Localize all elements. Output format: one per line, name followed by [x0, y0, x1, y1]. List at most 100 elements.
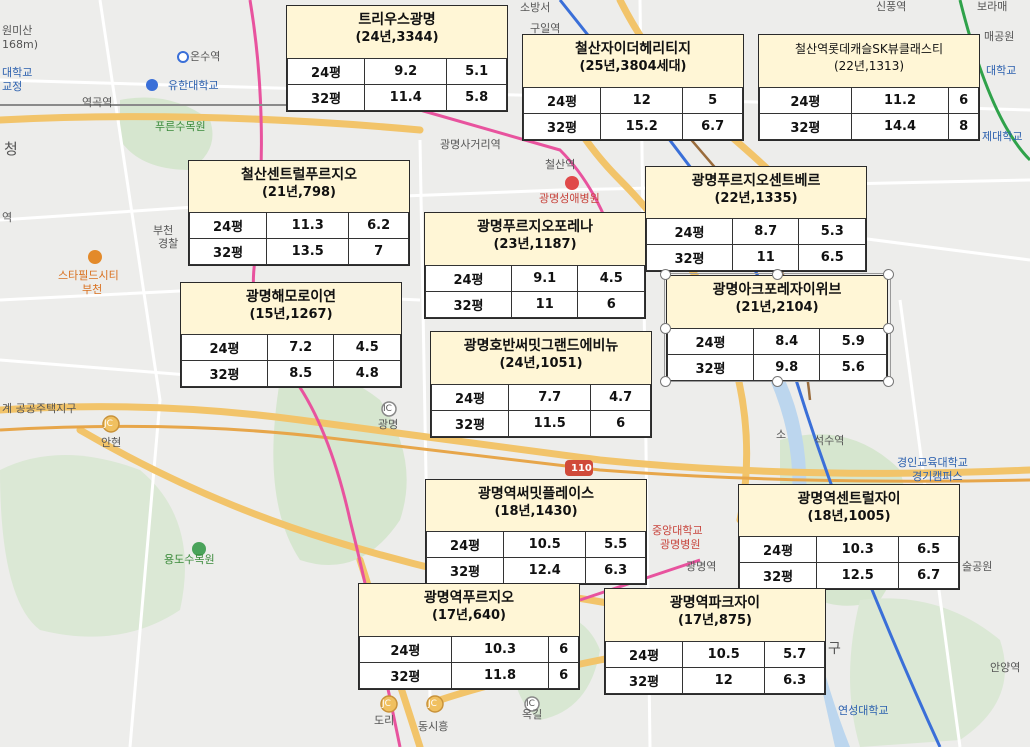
resize-handle[interactable] [883, 323, 894, 334]
apartment-meta: (17년,875) [677, 613, 752, 628]
table-row: 32평 11 6.5 [646, 244, 866, 271]
map-label: 제대학교 [982, 130, 1023, 143]
apartment-card[interactable]: 광명푸르지오센트베르 (22년,1335) 24평 8.7 5.3 32평 11 6.5 [645, 166, 867, 272]
school-marker [146, 79, 158, 91]
resize-handle[interactable] [660, 376, 671, 387]
resize-handle[interactable] [660, 323, 671, 334]
table-cell: 24평 [359, 636, 452, 663]
table-cell: 24평 [425, 531, 505, 558]
apartment-name: 광명아크포레자이위브 [712, 282, 842, 298]
table-row: 24평 9.1 4.5 [425, 265, 645, 292]
resize-handle[interactable] [883, 376, 894, 387]
table-cell: 8 [948, 113, 979, 140]
apartment-card[interactable]: 광명역푸르지오 (17년,640) 24평 10.3 6 32평 11.8 6 [358, 583, 580, 690]
resize-handle[interactable] [660, 269, 671, 280]
table-cell: 24평 [181, 334, 268, 361]
apartment-card[interactable]: 광명역센트럴자이 (18년,1005) 24평 10.3 6.5 32평 12.5 6.7 [738, 484, 960, 590]
table-cell: 6 [948, 87, 979, 114]
table-cell: 14.4 [850, 113, 950, 140]
table-cell: 32평 [646, 244, 733, 271]
table-cell: 11.5 [508, 410, 592, 437]
apartment-meta: (24년,1051) [499, 356, 583, 371]
resize-handle[interactable] [772, 376, 783, 387]
apartment-card[interactable]: 광명호반써밋그랜드에비뉴 (24년,1051) 24평 7.7 4.7 32평 11.5… [430, 331, 652, 438]
apartment-name: 광명역파크자이 [669, 595, 761, 611]
table-cell: 4.5 [333, 334, 401, 361]
map-label: 광명역 [686, 560, 717, 573]
map-label: 역곡역 [82, 96, 113, 109]
apartment-card[interactable]: 광명해모로이연 (15년,1267) 24평 7.2 4.5 32평 8.5 4.8 [180, 282, 402, 388]
table-cell: 5.1 [446, 58, 507, 85]
table-cell: 24평 [286, 58, 366, 85]
map-label: 대학교 [2, 66, 33, 79]
apartment-card[interactable]: 철산역롯데캐슬SK뷰클래스티 (22년,1313) 24평 11.2 6 32평 14.… [758, 34, 980, 141]
apartment-meta: (21년,798) [261, 185, 336, 200]
price-table: 24평 12 5 32평 15.2 6.7 [522, 87, 743, 140]
apartment-card[interactable]: 광명푸르지오포레나 (23년,1187) 24평 9.1 4.5 32평 11 6 [424, 212, 646, 319]
map-label: 소 [776, 428, 787, 441]
map-label: 스타필드시티 [58, 269, 119, 282]
map-label: JC [428, 699, 437, 709]
apartment-card[interactable]: 광명아크포레자이위브 (21년,2104) 24평 8.4 5.9 32평 9.8 5.6 [666, 275, 888, 382]
apartment-name: 광명푸르지오포레나 [477, 219, 593, 235]
price-table: 24평 10.3 6.5 32평 12.5 6.7 [738, 536, 959, 589]
table-cell: 11 [731, 244, 800, 271]
map-label: 부천 [153, 224, 174, 237]
resize-handle[interactable] [883, 269, 894, 280]
table-row: 32평 14.4 8 [759, 113, 979, 140]
apartment-card[interactable]: 광명역파크자이 (17년,875) 24평 10.5 5.7 32평 12 6.3 [604, 588, 826, 695]
map-label: 중앙대학교 [652, 524, 703, 537]
price-table: 24평 7.7 4.7 32평 11.5 6 [430, 384, 651, 437]
table-cell: 6 [577, 291, 645, 318]
table-cell: 11.3 [266, 212, 350, 239]
apartment-card[interactable]: 트리우스광명 (24년,3344) 24평 9.2 5.1 32평 11.4 5.8 [286, 5, 508, 112]
table-row: 24평 10.3 6 [359, 636, 579, 663]
apartment-card[interactable]: 철산자이더헤리티지 (25년,3804세대) 24평 12 5 32평 15.2 6.7 [522, 34, 744, 141]
price-table: 24평 9.2 5.1 32평 11.4 5.8 [286, 58, 507, 111]
apartment-name: 광명역써밋플레이스 [478, 486, 594, 502]
map-label: 안양역 [990, 661, 1021, 674]
map-label: 계 공공주택지구 [2, 402, 77, 415]
table-row: 24평 10.5 5.7 [604, 641, 825, 668]
table-cell: 12.5 [816, 562, 900, 589]
map-label: 청 [4, 140, 18, 158]
apartment-name: 철산자이더헤리티지 [575, 41, 691, 57]
table-cell: 24평 [188, 212, 268, 239]
price-table: 24평 8.4 5.9 32평 9.8 5.6 [667, 328, 887, 381]
table-cell: 7.2 [266, 334, 335, 361]
table-cell: 32평 [181, 360, 268, 387]
table-cell: 12.4 [503, 557, 587, 584]
map-label: 광명병원 [660, 538, 701, 551]
apartment-meta: (24년,3344) [355, 30, 439, 45]
table-row: 24평 11.3 6.2 [188, 212, 409, 239]
map-label: JC [382, 699, 391, 709]
table-cell: 5.3 [798, 218, 866, 245]
table-cell: 6 [548, 636, 579, 663]
apartment-card[interactable]: 철산센트럴푸르지오 (21년,798) 24평 11.3 6.2 32평 13.5 7 [188, 160, 410, 266]
map-label: 용도수목원 [164, 553, 215, 566]
map-label: 광명성애병원 [539, 192, 600, 205]
map-label: 역 [2, 211, 13, 224]
table-row: 24평 9.2 5.1 [286, 58, 507, 85]
map-label: IC [383, 404, 392, 414]
table-cell: 8.5 [266, 360, 335, 387]
map-label: 110 [571, 463, 592, 474]
apartment-card[interactable]: 광명역써밋플레이스 (18년,1430) 24평 10.5 5.5 32평 12.4 6.… [425, 479, 647, 585]
resize-handle[interactable] [772, 269, 783, 280]
price-table: 24평 10.5 5.7 32평 12 6.3 [604, 641, 825, 694]
map-label: 경인교육대학교 [897, 456, 968, 469]
table-cell: 24평 [738, 536, 818, 563]
table-row: 32평 15.2 6.7 [522, 113, 743, 140]
apartment-meta: (18년,1430) [494, 504, 578, 519]
map-label: 대학교 [986, 64, 1017, 77]
map-label: 도리 [374, 714, 395, 727]
table-cell: 8.4 [752, 328, 821, 355]
table-cell: 7.7 [508, 384, 592, 411]
table-cell: 24평 [430, 384, 510, 411]
apartment-name: 철산센트럴푸르지오 [241, 167, 357, 183]
price-table: 24평 11.2 6 32평 14.4 8 [759, 87, 979, 140]
map-label: 푸른수목원 [155, 120, 206, 133]
map-label: 광명 [378, 418, 399, 431]
price-table: 24평 9.1 4.5 32평 11 6 [425, 265, 645, 318]
map-label: 술공원 [962, 560, 993, 573]
